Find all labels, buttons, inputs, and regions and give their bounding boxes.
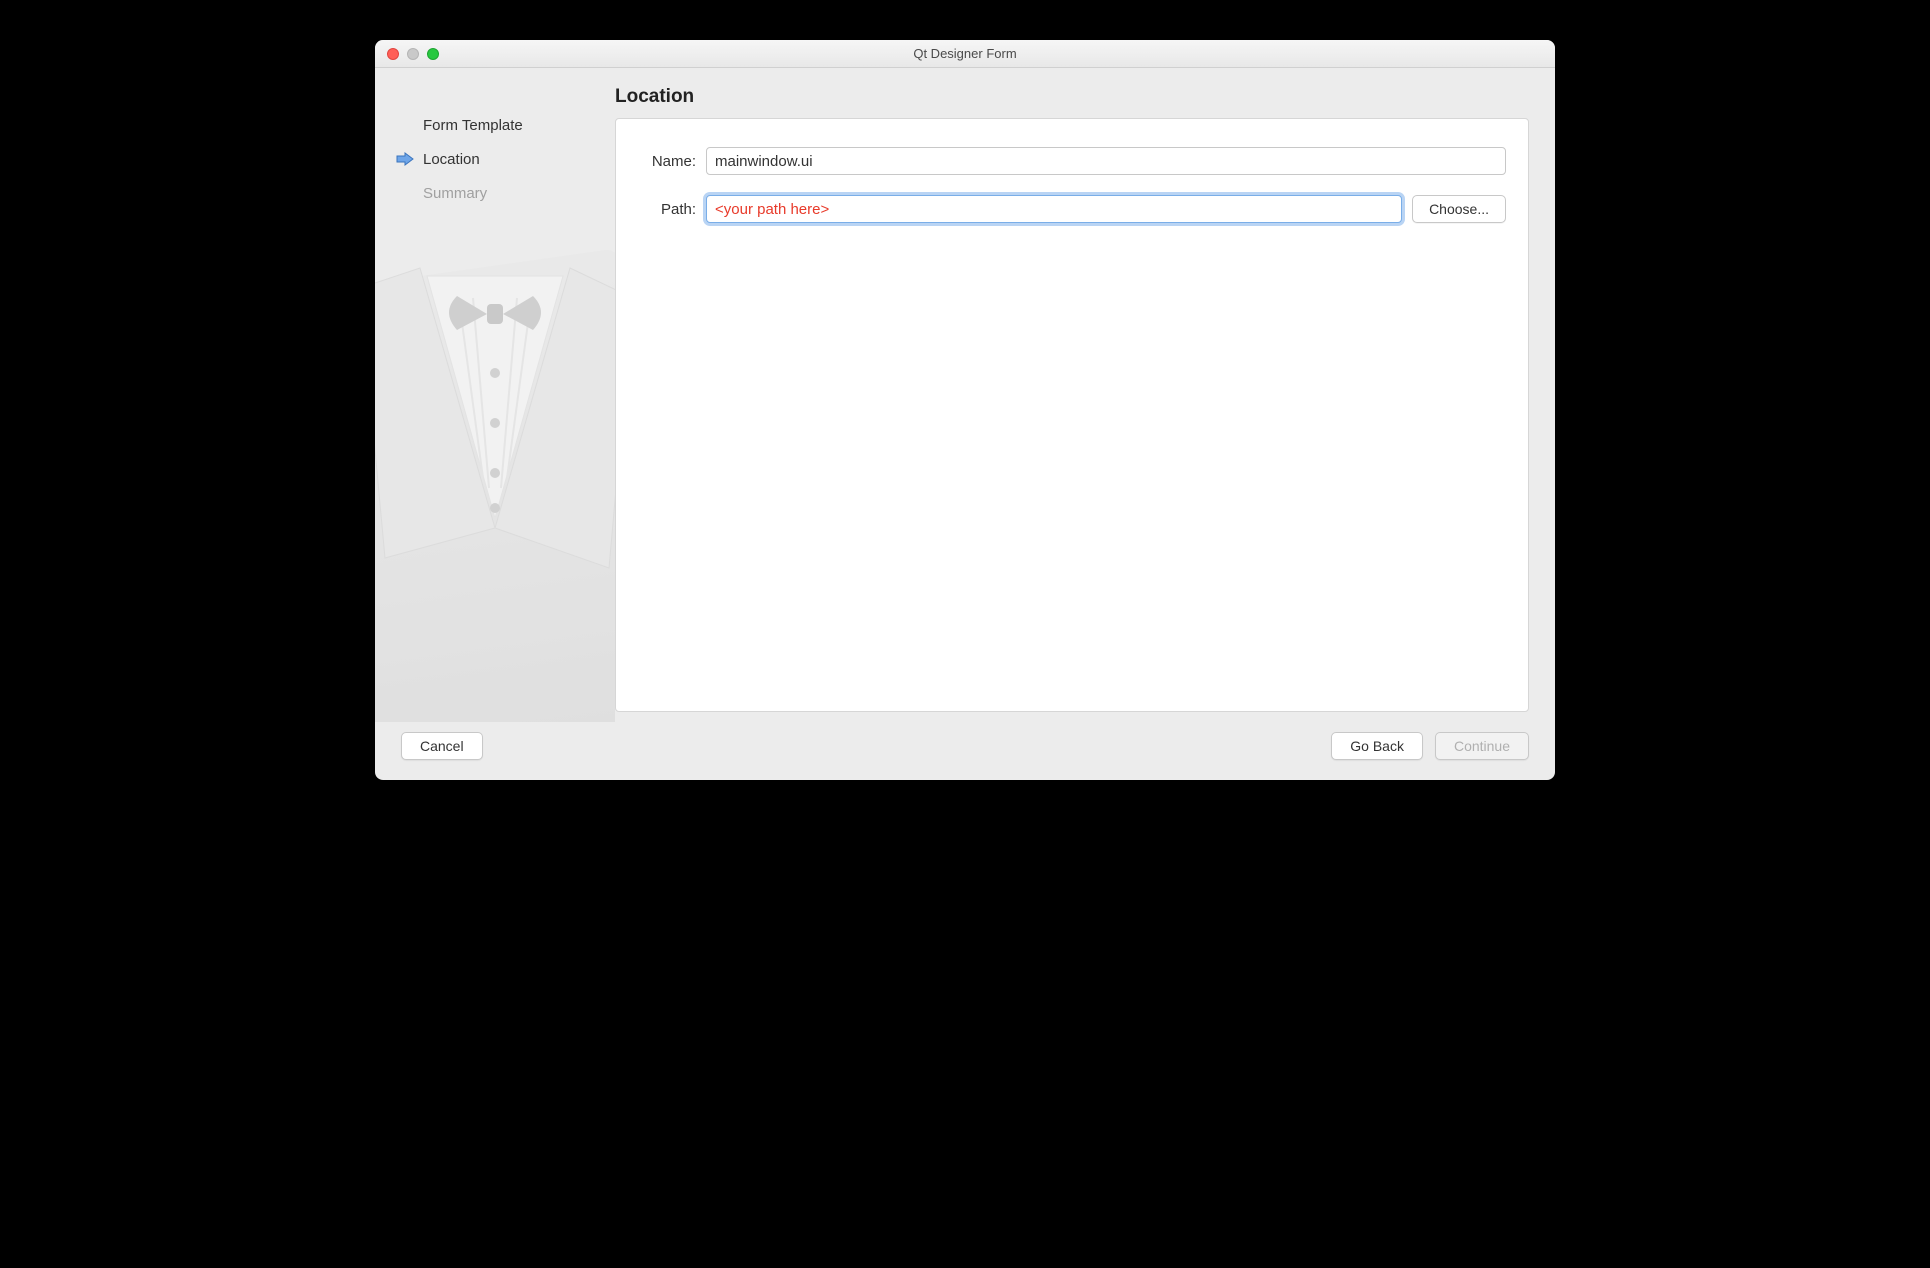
arrow-right-icon <box>395 152 415 166</box>
step-label: Location <box>423 151 480 168</box>
go-back-button[interactable]: Go Back <box>1331 732 1423 760</box>
traffic-lights <box>375 48 439 60</box>
window-title: Qt Designer Form <box>375 46 1555 61</box>
step-summary: Summary <box>395 176 615 210</box>
wizard-main: Location Name: Path: Choose... <box>615 68 1555 722</box>
path-label: Path: <box>638 201 696 218</box>
wizard-button-bar: Cancel Go Back Continue <box>375 722 1555 780</box>
minimize-icon <box>407 48 419 60</box>
wizard-window: Qt Designer Form <box>375 40 1555 780</box>
step-label: Form Template <box>423 117 523 134</box>
name-row: Name: <box>638 147 1506 175</box>
titlebar[interactable]: Qt Designer Form <box>375 40 1555 68</box>
wizard-sidebar: Form Template Location Summary <box>375 68 615 722</box>
zoom-icon[interactable] <box>427 48 439 60</box>
step-form-template: Form Template <box>395 108 615 142</box>
continue-button: Continue <box>1435 732 1529 760</box>
wizard-body: Form Template Location Summary <box>375 68 1555 780</box>
step-label: Summary <box>423 185 487 202</box>
right-buttons: Go Back Continue <box>1331 732 1529 760</box>
page-title: Location <box>615 86 1529 108</box>
path-field[interactable] <box>706 195 1402 223</box>
step-location: Location <box>395 142 615 176</box>
name-field[interactable] <box>706 147 1506 175</box>
top-area: Form Template Location Summary <box>375 68 1555 722</box>
path-row: Path: Choose... <box>638 195 1506 223</box>
cancel-button[interactable]: Cancel <box>401 732 483 760</box>
tuxedo-image <box>375 218 615 722</box>
choose-button[interactable]: Choose... <box>1412 195 1506 223</box>
content-panel: Name: Path: Choose... <box>615 118 1529 712</box>
wizard-steps: Form Template Location Summary <box>375 108 615 210</box>
close-icon[interactable] <box>387 48 399 60</box>
name-label: Name: <box>638 153 696 170</box>
